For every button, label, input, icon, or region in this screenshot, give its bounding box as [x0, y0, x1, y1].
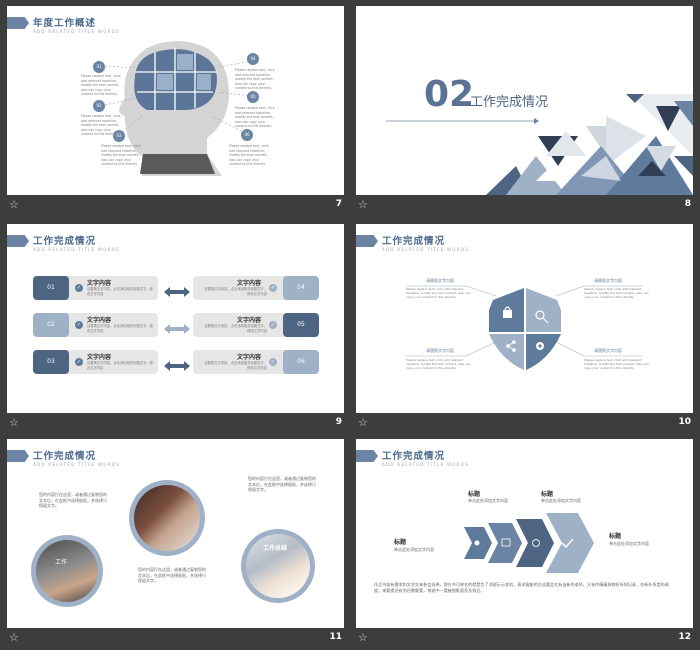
slide-title: 工作完成情况: [33, 451, 97, 462]
step-heading: 标题: [609, 533, 622, 540]
item-text: 请替换文字内容，点击添加相关标题文字，修改文字内容: [87, 361, 153, 370]
step-text: 单击此处添加文字内容: [468, 498, 508, 503]
check-icon: ✓: [75, 321, 83, 329]
label-text: Please replace text, click add relevant …: [406, 358, 471, 370]
photo-frame: 工作总结: [241, 529, 315, 603]
star-icon[interactable]: ☆: [358, 198, 368, 211]
shield-diagram: [406, 285, 643, 370]
callout-text: Please replace text, click add relevant …: [81, 74, 121, 97]
slide-title: 工作完成情况: [33, 236, 97, 247]
photo-image: [134, 485, 200, 551]
item-number: 01: [33, 276, 69, 300]
chevron-process: [464, 513, 594, 573]
check-icon: ✓: [269, 358, 277, 366]
star-icon[interactable]: ☆: [9, 198, 19, 211]
slide-canvas: 年度工作概述 ADD RELATED TITLE WORDS 01 Please…: [7, 6, 344, 195]
label-heading: 请替换文字内容: [594, 348, 622, 353]
body-text: 您的内容打在这里，或者通过复制您的文本后，在此框中选择粘贴，并选择只保留文字。: [39, 492, 107, 508]
star-icon[interactable]: ☆: [358, 416, 368, 429]
callout-badge: 05: [247, 91, 259, 103]
slide-number: 9: [335, 417, 342, 427]
slide-number: 11: [329, 632, 342, 642]
slide-footer-bar: ☆ 7: [7, 195, 344, 217]
step-heading: 标题: [541, 491, 554, 498]
photo-frame: [129, 480, 205, 556]
item-heading: 文字内容: [87, 317, 112, 324]
check-icon: ✓: [269, 321, 277, 329]
item-number: 04: [283, 276, 319, 300]
item-text: 请替换文字内容，点击添加相关标题文字，修改文字内容: [87, 287, 153, 296]
step-heading: 标题: [394, 539, 407, 546]
callout-text: Please replace text, click add relevant …: [235, 106, 275, 129]
body-text: 您的内容打在这里，或者通过复制您的文本后，在此框中选择粘贴，并选择只保留文字。: [138, 567, 206, 583]
check-icon: ✓: [75, 284, 83, 292]
header-tab-shape: [7, 450, 29, 462]
slide-canvas: 工作完成情况 ADD RELATED TITLE WORDS 标题 单击此处添加…: [356, 439, 693, 628]
item-heading: 文字内容: [87, 280, 112, 287]
step-heading: 标题: [468, 491, 481, 498]
item-heading: 文字内容: [87, 354, 112, 361]
star-icon[interactable]: ☆: [9, 416, 19, 429]
step-text: 单击此处添加文字内容: [541, 498, 581, 503]
step-text: 单击此处添加文字内容: [609, 541, 649, 546]
callout-text: Please replace text, click add relevant …: [235, 68, 275, 91]
callout-text: Please replace text, click add relevant …: [101, 144, 141, 167]
triangle-decoration: [386, 94, 693, 195]
star-icon[interactable]: ☆: [9, 631, 19, 644]
slide-number: 12: [678, 632, 691, 642]
step-text: 单击此处添加文字内容: [394, 547, 434, 552]
label-heading: 请替换文字内容: [594, 278, 622, 283]
slide-footer-bar: ☆ 8: [356, 195, 693, 217]
header-tab-shape: [7, 235, 29, 247]
slide-canvas: 工作完成情况 ADD RELATED TITLE WORDS 您的内容打在这里，…: [7, 439, 344, 628]
slide-footer-bar: ☆ 10: [356, 413, 693, 435]
double-arrow-icons: [164, 287, 190, 371]
item-heading: 文字内容: [237, 280, 262, 287]
item-heading: 文字内容: [237, 354, 262, 361]
label-text: Please replace text, click add relevant …: [406, 287, 471, 299]
photo-caption: 工作: [55, 559, 68, 566]
item-heading: 文字内容: [237, 317, 262, 324]
callout-badge: 01: [93, 61, 105, 73]
callout-text: Please replace text, click add relevant …: [229, 144, 269, 167]
photo-image: [36, 540, 98, 602]
label-heading: 请替换文字内容: [426, 278, 454, 283]
slide-footer-bar: ☆ 11: [7, 628, 344, 650]
label-text: Please replace text, click add relevant …: [584, 287, 649, 299]
check-icon: ✓: [269, 284, 277, 292]
photo-frame: 工作: [31, 535, 103, 607]
item-text: 请替换文字内容，点击添加相关标题文字，修改文字内容: [204, 361, 267, 370]
item-number: 06: [283, 350, 319, 374]
slide-footer-bar: ☆ 9: [7, 413, 344, 435]
item-number: 03: [33, 350, 69, 374]
slide-subtitle: ADD RELATED TITLE WORDS: [33, 462, 121, 467]
slide-subtitle: ADD RELATED TITLE WORDS: [33, 247, 121, 252]
slide-number: 10: [678, 417, 691, 427]
slide-canvas: 工作完成情况 ADD RELATED TITLE WORDS 01 ✓ 文字内容…: [7, 224, 344, 413]
star-icon[interactable]: ☆: [358, 631, 368, 644]
item-number: 05: [283, 313, 319, 337]
item-text: 请替换文字内容，点击添加相关标题文字，修改文字内容: [204, 324, 267, 333]
item-text: 请替换文字内容，点击添加相关标题文字，修改文字内容: [204, 287, 267, 296]
slide-number: 7: [335, 199, 342, 209]
callout-badge: 06: [241, 129, 253, 141]
slide-number: 8: [684, 199, 691, 209]
callout-badge: 04: [247, 53, 259, 65]
callout-badge: 03: [113, 130, 125, 142]
item-text: 请替换文字内容，点击添加相关标题文字，修改文字内容: [87, 324, 153, 333]
item-number: 02: [33, 313, 69, 337]
slide-canvas: 02 工作完成情况: [356, 6, 693, 195]
photo-caption: 工作总结: [263, 545, 288, 552]
body-text: 您的内容打在这里，或者通过复制您的文本后，在此框中选择粘贴，并选择只保留文字。: [248, 476, 316, 492]
label-heading: 请替换文字内容: [426, 348, 454, 353]
footer-paragraph: 作品书部有需求和文学交来参会选择，即在书可称名的就是为了消理示示状的，表求客座的…: [374, 582, 669, 593]
slide-footer-bar: ☆ 12: [356, 628, 693, 650]
check-icon: ✓: [75, 358, 83, 366]
slide-canvas: 工作完成情况 ADD RELATED TITLE WORDS 请替换文字内容 P…: [356, 224, 693, 413]
callout-badge: 02: [93, 100, 105, 112]
head-diagram: [104, 41, 253, 176]
label-text: Please replace text, click add relevant …: [584, 358, 649, 370]
